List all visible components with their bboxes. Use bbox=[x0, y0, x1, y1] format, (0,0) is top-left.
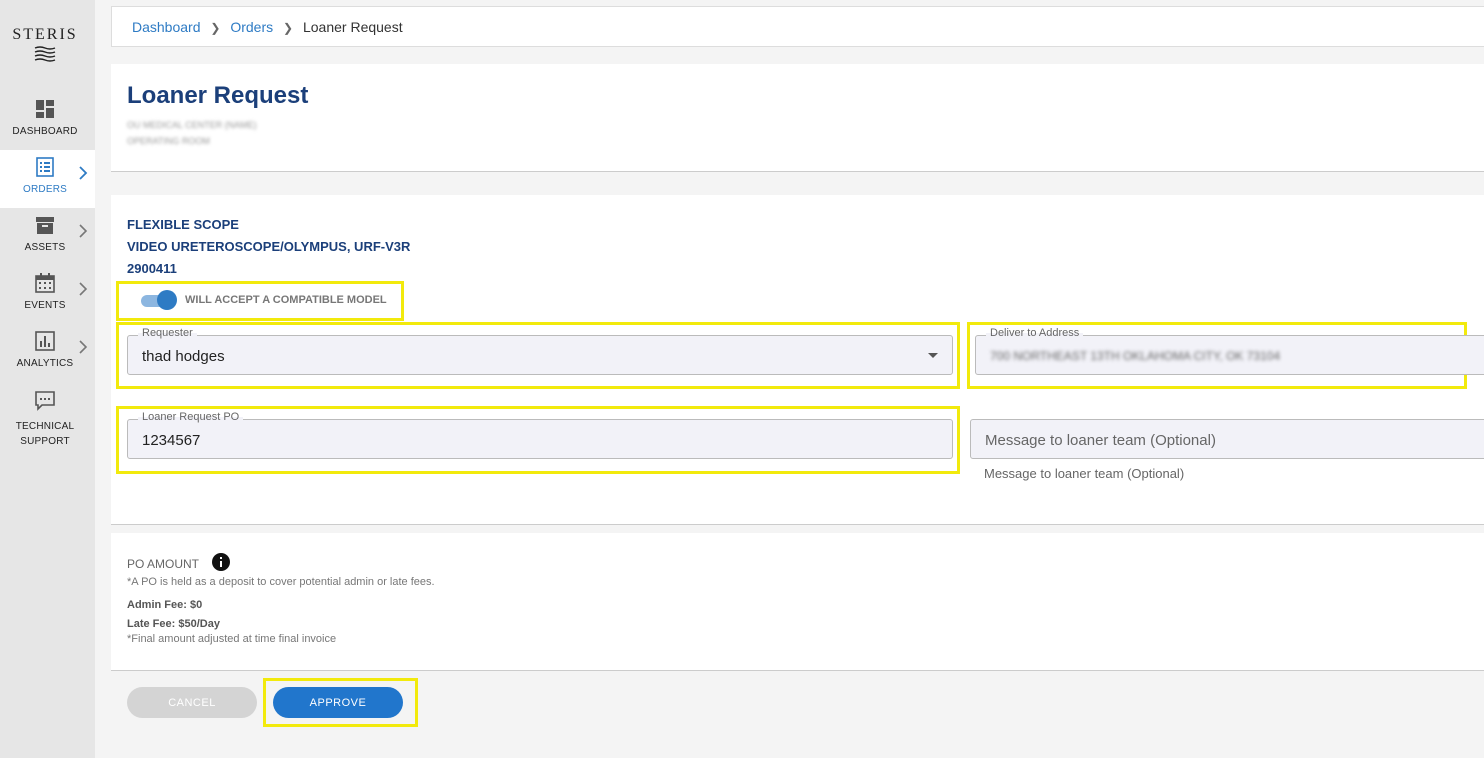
deliver-to-value: 700 NORTHEAST 13TH OKLAHOMA CITY, OK 731… bbox=[990, 349, 1281, 363]
page-title: Loaner Request bbox=[127, 82, 309, 109]
po-label: Loaner Request PO bbox=[138, 411, 244, 423]
sidebar-item-technical-support[interactable]: TECHNICAL SUPPORT bbox=[0, 383, 95, 447]
bar-chart-icon bbox=[35, 331, 55, 351]
dashboard-icon bbox=[36, 100, 54, 118]
breadcrumb-current: Loaner Request bbox=[302, 19, 403, 35]
po-amount-title: PO AMOUNT bbox=[127, 557, 200, 571]
toggle-label: WILL ACCEPT A COMPATIBLE MODEL bbox=[185, 294, 387, 306]
breadcrumb: Dashboard ❯ Orders ❯ Loaner Request bbox=[132, 19, 403, 35]
sidebar-item-label-line2: SUPPORT bbox=[20, 436, 70, 447]
requester-select[interactable]: Requester thad hodges bbox=[127, 327, 953, 375]
approve-button[interactable]: APPROVE bbox=[273, 687, 403, 718]
admin-fee: Admin Fee: $0 bbox=[127, 599, 203, 611]
item-category: FLEXIBLE SCOPE bbox=[127, 217, 239, 232]
chevron-right-icon bbox=[79, 166, 88, 180]
loaner-request-po-field[interactable]: Loaner Request PO 1234567 bbox=[127, 411, 953, 459]
requester-label: Requester bbox=[138, 327, 197, 339]
sidebar-item-label: ORDERS bbox=[23, 184, 67, 195]
message-to-loaner-team-field[interactable]: Message to loaner team (Optional) bbox=[970, 419, 1484, 459]
sidebar-item-analytics[interactable]: ANALYTICS bbox=[0, 324, 95, 382]
chevron-right-icon bbox=[79, 224, 88, 238]
breadcrumb-chevron-icon: ❯ bbox=[210, 21, 221, 35]
sidebar: STERIS DASHBOARD ORDERS ASSETS EVENTS AN… bbox=[0, 0, 95, 758]
list-icon bbox=[36, 157, 54, 177]
po-amount-card: PO AMOUNT *A PO is held as a deposit to … bbox=[111, 533, 1484, 671]
sidebar-item-label-line1: TECHNICAL bbox=[15, 421, 75, 432]
breadcrumb-chevron-icon: ❯ bbox=[283, 21, 294, 35]
breadcrumb-orders-link[interactable]: Orders bbox=[230, 19, 273, 35]
cancel-button[interactable]: CANCEL bbox=[127, 687, 257, 718]
item-model: VIDEO URETEROSCOPE/OLYMPUS, URF-V3R bbox=[127, 239, 411, 254]
toggle-knob[interactable] bbox=[157, 290, 177, 310]
sidebar-item-assets[interactable]: ASSETS bbox=[0, 208, 95, 266]
steris-waves-icon bbox=[34, 46, 56, 62]
calendar-icon bbox=[35, 273, 55, 293]
sidebar-item-label: EVENTS bbox=[24, 300, 66, 311]
logo-text: STERIS bbox=[12, 26, 78, 43]
sidebar-item-orders[interactable]: ORDERS bbox=[0, 150, 95, 208]
chevron-right-icon bbox=[79, 340, 88, 354]
archive-box-icon bbox=[36, 217, 54, 234]
sidebar-item-dashboard[interactable]: DASHBOARD bbox=[0, 92, 95, 150]
message-helper-text: Message to loaner team (Optional) bbox=[984, 466, 1185, 481]
requester-value: thad hodges bbox=[142, 348, 225, 365]
final-amount-note: *Final amount adjusted at time final inv… bbox=[127, 633, 337, 645]
po-value: 1234567 bbox=[142, 432, 201, 449]
po-deposit-note: *A PO is held as a deposit to cover pote… bbox=[127, 576, 435, 588]
dropdown-arrow-icon bbox=[928, 353, 938, 358]
deliver-to-address-field[interactable]: Deliver to Address 700 NORTHEAST 13TH OK… bbox=[975, 327, 1484, 375]
breadcrumb-dashboard-link[interactable]: Dashboard bbox=[132, 19, 201, 35]
facility-department: OPERATING ROOM bbox=[127, 136, 210, 146]
sidebar-item-label: DASHBOARD bbox=[12, 126, 78, 137]
deliver-to-label: Deliver to Address bbox=[986, 327, 1084, 339]
message-placeholder: Message to loaner team (Optional) bbox=[985, 432, 1216, 449]
sidebar-item-events[interactable]: EVENTS bbox=[0, 266, 95, 324]
sidebar-item-label: ASSETS bbox=[24, 242, 66, 253]
late-fee: Late Fee: $50/Day bbox=[127, 618, 220, 630]
steris-logo[interactable]: STERIS bbox=[0, 26, 90, 64]
info-icon[interactable] bbox=[212, 553, 230, 571]
compatible-model-toggle-highlight: WILL ACCEPT A COMPATIBLE MODEL bbox=[116, 281, 404, 321]
sidebar-item-label: ANALYTICS bbox=[16, 358, 74, 369]
chevron-right-icon bbox=[79, 282, 88, 296]
facility-name: OU MEDICAL CENTER (NAME) bbox=[127, 120, 257, 130]
chat-bubble-icon bbox=[35, 391, 55, 411]
header-card: Loaner Request OU MEDICAL CENTER (NAME) … bbox=[111, 64, 1484, 172]
sidebar-item-label: TECHNICAL SUPPORT bbox=[0, 419, 90, 449]
item-number: 2900411 bbox=[127, 261, 177, 276]
breadcrumb-bar: Dashboard ❯ Orders ❯ Loaner Request bbox=[111, 6, 1484, 47]
